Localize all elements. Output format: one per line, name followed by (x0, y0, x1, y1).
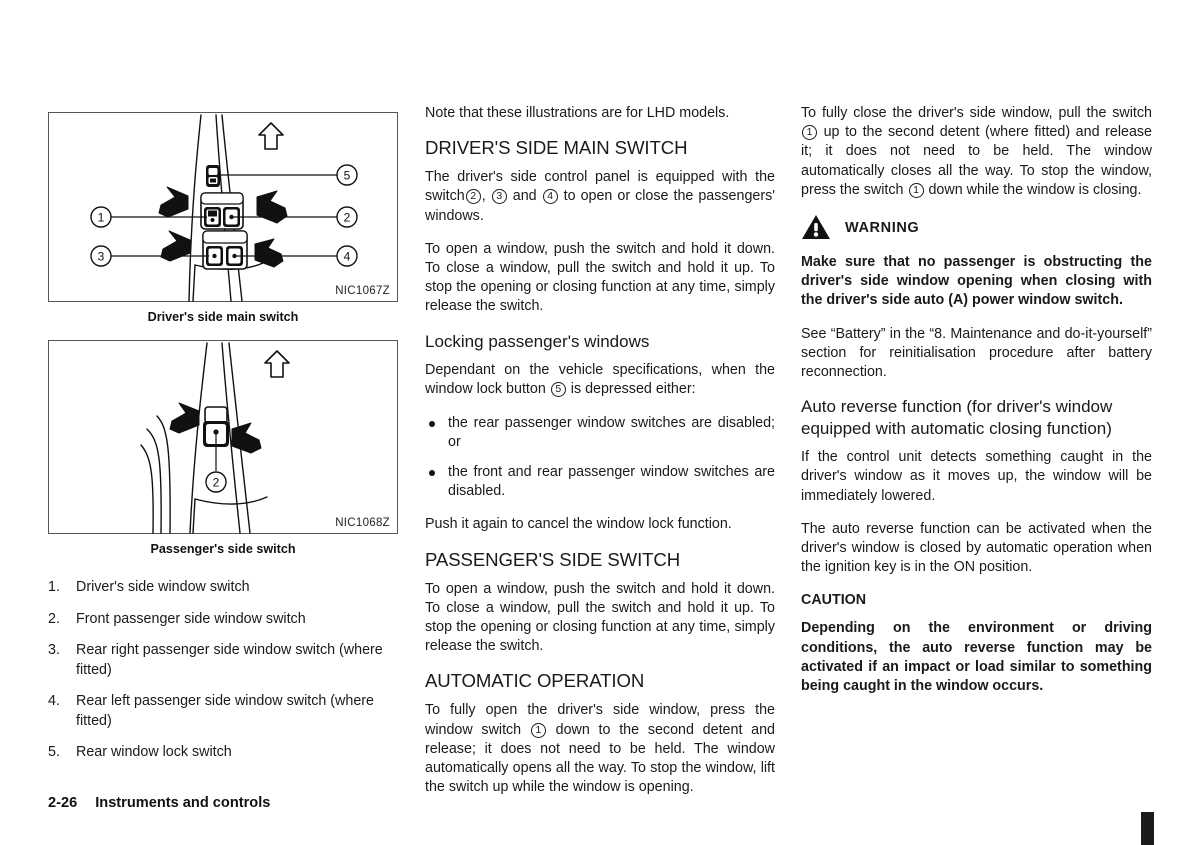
svg-text:1: 1 (98, 211, 105, 225)
passengers-side-switch-illustration: 2 (140, 342, 290, 534)
subheading-locking-passengers-windows: Locking passenger's windows (425, 331, 650, 351)
heading-automatic-operation: AUTOMATIC OPERATION (425, 670, 645, 692)
lock-behaviour-bullets: the rear passenger window switches are d… (425, 414, 775, 502)
list-item-number: 4. (48, 693, 60, 709)
para-auto-reverse-activation: The auto reverse function can be activat… (801, 520, 1152, 576)
ref-circle-1: 1 (530, 722, 546, 738)
list-item: 2. Front passenger side window switch (48, 610, 403, 630)
note-lhd-models: Note that these illustrations are for LH… (425, 105, 730, 121)
svg-text:2: 2 (213, 476, 220, 490)
bullet-item: the front and rear passenger window swit… (425, 463, 775, 501)
drivers-side-main-switch-illustration: 1 3 5 2 4 (90, 114, 358, 302)
para-dependant-part2: is depressed either: (570, 381, 696, 398)
list-item-number: 1. (48, 579, 60, 595)
warning-label: WARNING (845, 219, 920, 236)
page-footer: 2-26 Instruments and controls (48, 795, 270, 811)
list-item: 5. Rear window lock switch (48, 743, 403, 763)
list-item-label: Rear right passenger side window switch … (76, 642, 383, 678)
up-arrow-icon (264, 350, 290, 378)
caution-text: Depending on the environment or driving … (801, 620, 1152, 695)
ref-circle-5: 5 (550, 382, 566, 398)
right-text-column: To fully close the driver's side window,… (801, 104, 1152, 710)
bullet-item: the rear passenger window switches are d… (425, 414, 775, 452)
ref-circle-2: 2 (465, 189, 481, 205)
list-item-number: 3. (48, 642, 60, 658)
para-panel-equipped-part2: , (481, 188, 486, 205)
caution-label: CAUTION (801, 592, 867, 609)
svg-text:3: 3 (98, 250, 105, 264)
para-panel-equipped-part3: and (512, 188, 537, 205)
figure-drivers-side-main-switch: 1 3 5 2 4 NIC1067Z Driver's side main sw… (48, 112, 398, 324)
manual-page: 1 3 5 2 4 NIC1067Z Driver's side main sw… (0, 0, 1200, 845)
svg-text:4: 4 (344, 250, 351, 264)
para-open-close-main: To open a window, push the switch and ho… (425, 240, 775, 315)
list-item-label: Front passenger side window switch (76, 610, 306, 627)
switch-legend-list: 1. Driver's side window switch 2. Front … (48, 578, 403, 775)
list-item: 1. Driver's side window switch (48, 578, 403, 598)
para-see-battery: See “Battery” in the “8. Maintenance and… (801, 325, 1152, 381)
figure-passengers-side-switch: 2 NIC1068Z Passenger's side switch (48, 340, 398, 556)
para-fully-close-part3: down while the window is closing. (928, 181, 1142, 198)
para-fully-open: To fully open the driver's side window, … (425, 701, 775, 797)
figure-caption: Passenger's side switch (150, 542, 296, 556)
footer-section-title: Instruments and controls (95, 795, 271, 811)
figure-code: NIC1067Z (335, 285, 390, 297)
section-edge-tab (1141, 812, 1154, 845)
svg-text:2: 2 (344, 211, 351, 225)
warning-text: Make sure that no passenger is obstructi… (801, 254, 1152, 309)
ref-circle-4: 4 (542, 189, 558, 205)
heading-passengers-side-switch: PASSENGER'S SIDE SWITCH (425, 548, 681, 570)
up-arrow-icon (258, 122, 284, 150)
para-dependant-vehicle-spec: Dependant on the vehicle specifications,… (425, 361, 775, 399)
list-item-label: Rear left passenger side window switch (… (76, 693, 374, 729)
page-number: 2-26 (48, 795, 78, 811)
para-control-unit-detects: If the control unit detects something ca… (801, 449, 1152, 504)
para-push-again: Push it again to cancel the window lock … (425, 516, 732, 533)
figure-frame: 2 NIC1068Z (48, 340, 398, 534)
para-fully-close-part1: To fully close the driver's side window,… (801, 105, 1152, 121)
list-item: 3. Rear right passenger side window swit… (48, 641, 403, 680)
subheading-auto-reverse-function: Auto reverse function (for driver's wind… (801, 397, 1113, 438)
middle-text-column: Note that these illustrations are for LH… (425, 104, 775, 797)
para-fully-close: To fully close the driver's side window,… (801, 104, 1152, 200)
ref-circle-1a: 1 (802, 125, 817, 141)
warning-triangle-icon (802, 215, 830, 240)
svg-text:5: 5 (344, 169, 351, 183)
warning-header: WARNING (801, 214, 1152, 241)
ref-circle-3: 3 (491, 189, 507, 205)
list-item-number: 5. (48, 744, 60, 760)
list-item-label: Rear window lock switch (76, 744, 232, 760)
para-open-close-passenger: To open a window, push the switch and ho… (425, 580, 775, 655)
para-panel-equipped: The driver's side control panel is equip… (425, 168, 775, 226)
heading-drivers-side-main-switch: DRIVER'S SIDE MAIN SWITCH (425, 137, 688, 159)
list-item: 4. Rear left passenger side window switc… (48, 692, 403, 731)
figure-frame: 1 3 5 2 4 NIC1067Z (48, 112, 398, 302)
list-item-label: Driver's side window switch (76, 579, 250, 595)
figure-code: NIC1068Z (335, 517, 390, 529)
list-item-number: 2. (48, 610, 60, 627)
ref-circle-1b: 1 (908, 182, 924, 198)
figure-caption: Driver's side main switch (147, 310, 299, 324)
